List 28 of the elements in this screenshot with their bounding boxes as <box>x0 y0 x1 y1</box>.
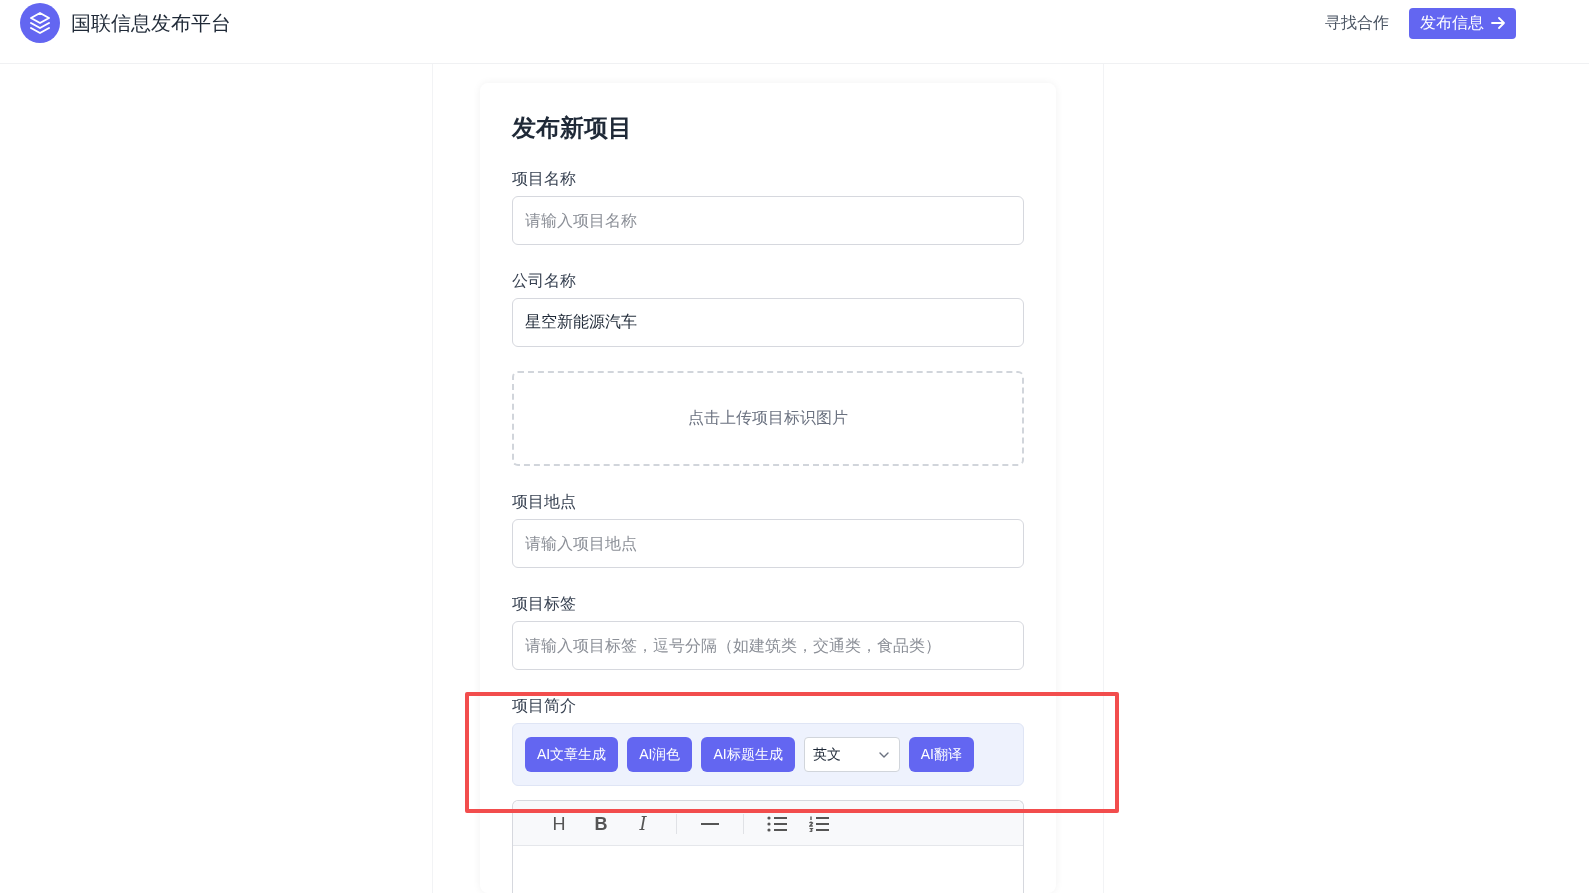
field-label: 项目简介 <box>512 696 576 716</box>
publish-button[interactable]: 发布信息 <box>1409 7 1516 39</box>
italic-button[interactable]: I <box>628 816 658 832</box>
ai-button[interactable]: AI标题生成 <box>701 737 795 772</box>
numbered-list-icon <box>809 816 829 832</box>
language-select[interactable]: 英文 <box>803 737 900 772</box>
form-title: 发布新项目 <box>512 113 632 143</box>
input-field[interactable]: 请输入项目地点 <box>512 519 1024 568</box>
heading-button[interactable]: H <box>544 816 574 832</box>
ai-button[interactable]: AI文章生成 <box>525 737 619 772</box>
ai-button[interactable]: AI翻译 <box>908 737 974 772</box>
chevron-down-icon <box>878 751 889 758</box>
layers-logo-icon <box>20 3 60 43</box>
bullet-list-icon <box>767 816 787 832</box>
site-title: 国联信息发布平台 <box>71 10 231 36</box>
nav-link[interactable]: 寻找合作 <box>1325 12 1389 34</box>
input-field[interactable]: 星空新能源汽车 <box>512 298 1024 347</box>
field-label: 项目地点 <box>512 492 576 512</box>
ai-button[interactable]: AI润色 <box>627 737 693 772</box>
arrow-right-icon <box>1491 16 1505 30</box>
field-label: 项目标签 <box>512 594 576 614</box>
upload-area[interactable]: 点击上传项目标识图片 <box>512 371 1024 466</box>
horizontal-line-icon <box>701 823 719 825</box>
input-field[interactable]: 请输入项目标签，逗号分隔（如建筑类，交通类，食品类） <box>512 621 1024 670</box>
field-label: 项目名称 <box>512 169 576 189</box>
bold-button[interactable]: B <box>586 816 616 832</box>
field-label: 公司名称 <box>512 271 576 291</box>
input-field[interactable]: 请输入项目名称 <box>512 196 1024 245</box>
